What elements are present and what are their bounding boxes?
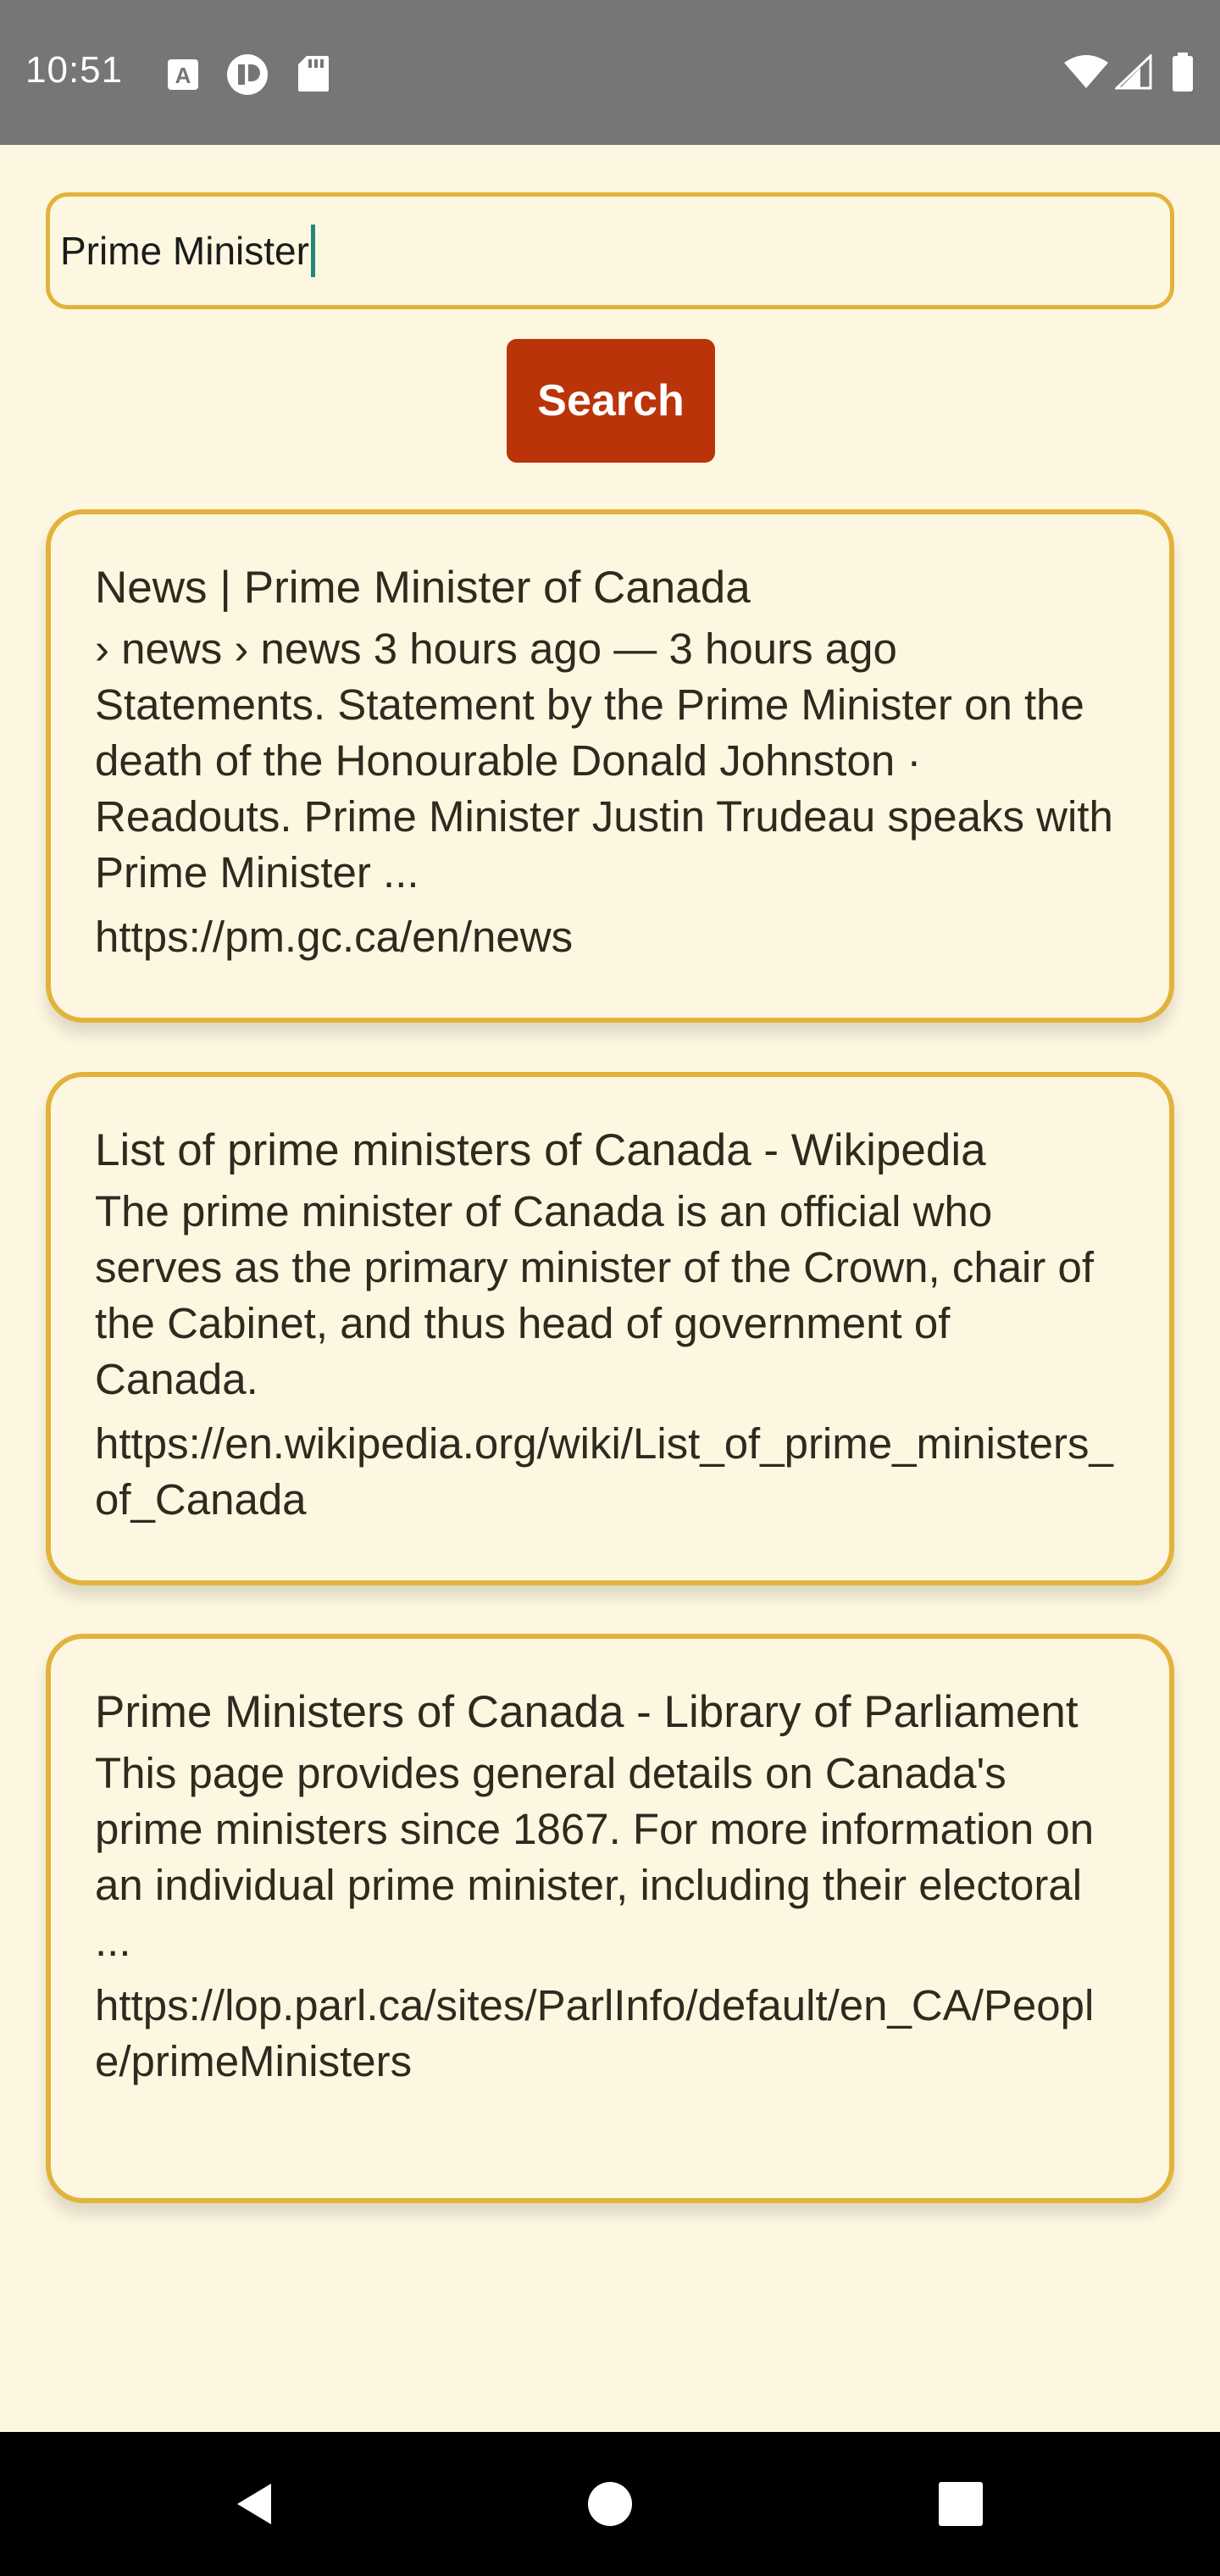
svg-text:A: A <box>175 63 191 88</box>
back-icon[interactable] <box>203 2432 305 2576</box>
search-button[interactable]: Search <box>507 339 715 463</box>
recents-icon[interactable] <box>910 2432 1012 2576</box>
wifi-icon <box>1062 54 1110 94</box>
battery-icon <box>1171 53 1195 96</box>
home-icon[interactable] <box>559 2432 661 2576</box>
sd-card-icon <box>297 54 330 97</box>
result-url[interactable]: https://en.wikipedia.org/wiki/List_of_pr… <box>95 1416 1125 1528</box>
text-caret <box>310 225 315 277</box>
result-snippet: The prime minister of Canada is an offic… <box>95 1187 1095 1403</box>
result-card[interactable]: List of prime ministers of Canada - Wiki… <box>46 1072 1174 1585</box>
result-url[interactable]: https://pm.gc.ca/en/news <box>95 909 1125 965</box>
search-input[interactable]: Prime Minister <box>46 192 1174 309</box>
result-title[interactable]: List of prime ministers of Canada - Wiki… <box>95 1123 1125 1179</box>
result-title[interactable]: News | Prime Minister of Canada <box>95 560 1125 616</box>
app-content: Prime Minister Search News | Prime Minis… <box>0 145 1220 2432</box>
result-card[interactable]: News | Prime Minister of Canada › news ›… <box>46 509 1174 1023</box>
status-bar: 10:51 A <box>0 0 1220 145</box>
p-notification-icon <box>225 53 269 101</box>
status-time: 10:51 <box>25 49 124 91</box>
result-snippet: This page provides general details on Ca… <box>95 1749 1095 1965</box>
result-snippet: › news › news 3 hours ago — 3 hours ago … <box>95 625 1113 897</box>
result-url[interactable]: https://lop.parl.ca/sites/ParlInfo/defau… <box>95 1978 1125 2090</box>
result-title[interactable]: Prime Ministers of Canada - Library of P… <box>95 1685 1125 1740</box>
navigation-bar <box>0 2432 1220 2576</box>
search-input-value: Prime Minister <box>60 229 309 273</box>
cell-signal-icon <box>1113 53 1152 94</box>
a-notification-icon: A <box>166 58 200 96</box>
result-card[interactable]: Prime Ministers of Canada - Library of P… <box>46 1634 1174 2203</box>
